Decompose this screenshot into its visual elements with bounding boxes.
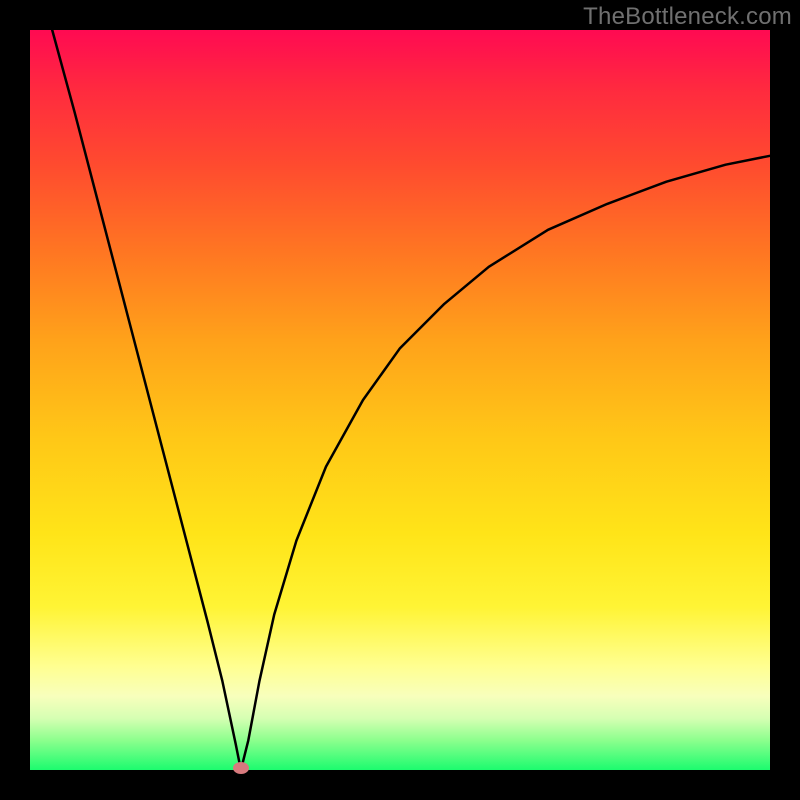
curve-layer <box>30 30 770 770</box>
bottleneck-curve <box>52 30 770 770</box>
optimal-point-marker <box>233 762 249 774</box>
watermark-text: TheBottleneck.com <box>583 3 792 31</box>
plot-area <box>30 30 770 770</box>
chart-container: TheBottleneck.com <box>0 0 800 800</box>
